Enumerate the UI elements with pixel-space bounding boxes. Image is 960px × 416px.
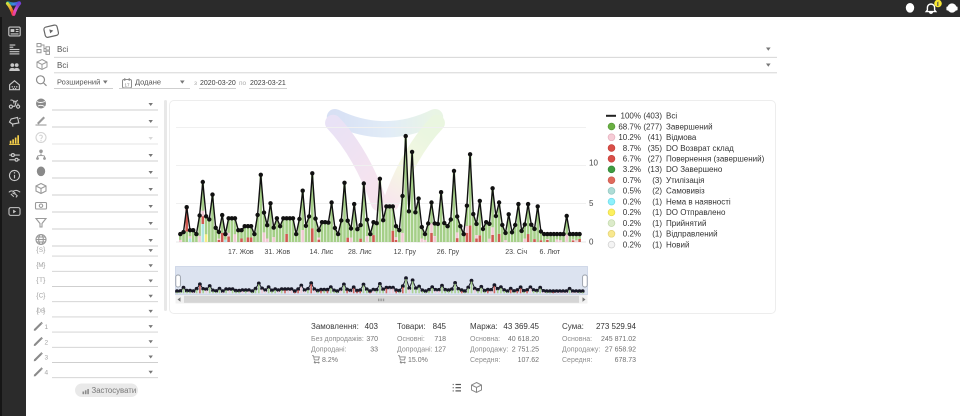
svg-text:718: 718 xyxy=(434,336,446,343)
svg-text:Середня:: Середня: xyxy=(562,357,592,364)
svg-text:370: 370 xyxy=(366,336,378,343)
svg-text:Маржа:: Маржа: xyxy=(470,322,498,331)
svg-text:Товари:: Товари: xyxy=(397,322,425,331)
svg-text:127: 127 xyxy=(434,347,446,354)
svg-text:15.0%: 15.0% xyxy=(408,357,428,364)
svg-text:845: 845 xyxy=(433,322,447,331)
svg-text:27 658.92: 27 658.92 xyxy=(605,347,636,354)
svg-text:Основна:: Основна: xyxy=(562,336,592,343)
svg-text:403: 403 xyxy=(365,322,379,331)
svg-text:Без допродажів:: Без допродажів: xyxy=(311,335,364,343)
svg-text:43 369.45: 43 369.45 xyxy=(503,322,539,331)
svg-text:273 529.94: 273 529.94 xyxy=(596,322,637,331)
svg-text:Основна:: Основна: xyxy=(470,336,500,343)
svg-text:245 871.02: 245 871.02 xyxy=(601,336,636,343)
svg-text:Замовлення:: Замовлення: xyxy=(311,322,359,331)
svg-text:Допродані:: Допродані: xyxy=(397,346,433,354)
svg-text:678.73: 678.73 xyxy=(615,357,637,364)
svg-text:Основні:: Основні: xyxy=(397,335,425,343)
svg-text:107.62: 107.62 xyxy=(518,357,540,364)
svg-text:Середня:: Середня: xyxy=(470,357,500,364)
svg-text:33: 33 xyxy=(370,347,378,354)
svg-text:40 618.20: 40 618.20 xyxy=(508,336,539,343)
svg-text:Допродані:: Допродані: xyxy=(311,346,347,354)
svg-text:Допродажу:: Допродажу: xyxy=(470,347,508,354)
svg-text:8.2%: 8.2% xyxy=(322,357,338,364)
svg-text:Сума:: Сума: xyxy=(562,322,584,331)
svg-text:Допродажу:: Допродажу: xyxy=(562,347,600,354)
svg-text:2 751.25: 2 751.25 xyxy=(512,347,539,354)
